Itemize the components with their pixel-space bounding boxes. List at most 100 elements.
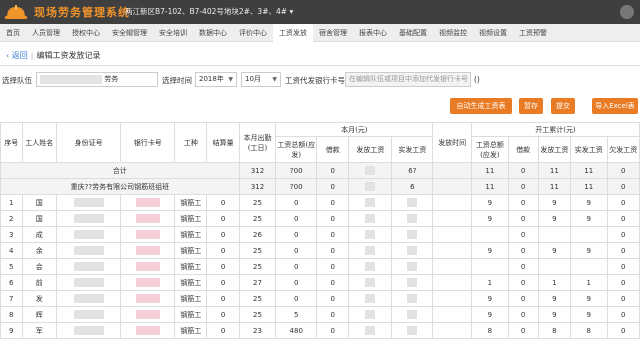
save-draft-button[interactable]: 暂存 — [519, 98, 543, 114]
nav-item[interactable]: 首页 — [0, 24, 26, 42]
nav-item[interactable]: 宿舍管理 — [313, 24, 353, 42]
nav-item[interactable]: 报表中心 — [353, 24, 393, 42]
table-row[interactable]: 4 余钢筋工 0 25 0 0 9 0 9 9 0 — [0, 242, 640, 259]
id-card-redacted — [55, 242, 122, 259]
piecework-cell: 0 — [206, 226, 240, 243]
piecework-cell: 0 — [206, 194, 240, 211]
cum-total-cell: 9 — [471, 242, 509, 259]
job-cell: 钢筋工 — [174, 194, 208, 211]
submit-button[interactable]: 提交 — [551, 98, 575, 114]
total-month-borrow: 0 — [316, 162, 350, 179]
group-paid-time — [432, 178, 473, 195]
nav-item[interactable]: 基础配置 — [393, 24, 433, 42]
table-row[interactable]: 1 国钢筋工 0 25 0 0 9 0 9 9 0 — [0, 194, 640, 211]
bank-card-redacted — [120, 242, 176, 259]
month-borrow-cell: 0 — [316, 306, 350, 323]
generate-salary-button[interactable]: 自动生成工资表 — [450, 98, 512, 114]
header-this-month: 本月(元) — [275, 122, 434, 137]
year-select[interactable]: 2018年 ▼ — [195, 72, 237, 87]
total-cum-paid: 11 — [537, 162, 571, 179]
table-row[interactable]: 7 发钢筋工 0 25 0 0 9 0 9 9 0 — [0, 290, 640, 307]
bank-card-redacted — [120, 226, 176, 243]
month-paid-redacted — [348, 258, 393, 275]
month-select[interactable]: 10月 ▼ — [241, 72, 281, 87]
job-cell: 钢筋工 — [174, 322, 208, 339]
redacted-value — [365, 198, 376, 207]
redacted-value — [73, 230, 104, 239]
table-row[interactable]: 8 辉钢筋工 0 25 5 0 9 0 9 9 0 — [0, 306, 640, 323]
month-paid-redacted — [348, 194, 393, 211]
cum-paid-cell: 9 — [537, 306, 571, 323]
worker-name: 辉 — [21, 306, 57, 323]
table-row[interactable]: 9 军钢筋工 0 23 480 0 8 0 8 8 0 — [0, 322, 640, 339]
month-total-cell: 0 — [275, 194, 318, 211]
cum-actual-cell — [569, 226, 608, 243]
cum-borrow-cell: 0 — [507, 194, 539, 211]
nav-item[interactable]: 数据中心 — [193, 24, 233, 42]
month-actual-redacted — [391, 226, 434, 243]
nav-item[interactable]: 授权中心 — [66, 24, 106, 42]
redacted-value — [407, 310, 418, 319]
row-index: 7 — [0, 290, 23, 307]
redacted-value — [135, 294, 160, 303]
nav-item[interactable]: 工资预警 — [513, 24, 553, 42]
total-cum-actual: 11 — [569, 162, 608, 179]
month-actual-redacted — [391, 306, 434, 323]
piecework-cell: 0 — [206, 290, 240, 307]
days-cell: 23 — [238, 322, 277, 339]
import-excel-button[interactable]: 导入Excel表 — [592, 98, 638, 114]
system-title: 现场劳务管理系统 — [34, 6, 130, 19]
piecework-cell: 0 — [206, 210, 240, 227]
id-card-redacted — [55, 258, 122, 275]
nav-item[interactable]: 评价中心 — [233, 24, 273, 42]
nav-item-salary[interactable]: 工资发放 — [273, 24, 313, 42]
nav-item[interactable]: 视频监控 — [433, 24, 473, 42]
nav-item[interactable]: 安全帽管理 — [106, 24, 153, 42]
days-cell: 25 — [238, 210, 277, 227]
redacted-value — [73, 246, 104, 255]
redacted-value — [365, 214, 376, 223]
bank-card-input[interactable]: 在编辑队伍或项目中添加代发银行卡号 — [345, 72, 471, 87]
month-total-cell: 5 — [275, 306, 318, 323]
nav-item[interactable]: 安全培训 — [153, 24, 193, 42]
table-row[interactable]: 3 成钢筋工 0 26 0 0 0 0 — [0, 226, 640, 243]
worker-name: 成 — [21, 226, 57, 243]
back-label: 返回 — [11, 51, 28, 60]
id-card-redacted — [55, 290, 122, 307]
bank-card-redacted — [120, 306, 176, 323]
row-index: 2 — [0, 210, 23, 227]
total-month-paid — [348, 162, 393, 179]
row-index: 4 — [0, 242, 23, 259]
month-paid-redacted — [348, 290, 393, 307]
redacted-value — [407, 214, 418, 223]
nav-item[interactable]: 人员管理 — [26, 24, 66, 42]
id-card-redacted — [55, 274, 122, 291]
team-select[interactable]: 劳务 — [36, 72, 158, 87]
back-link[interactable]: ‹ 返回 — [6, 51, 28, 60]
user-avatar[interactable] — [620, 5, 634, 19]
redacted-value — [407, 326, 418, 335]
table-row[interactable]: 6 前钢筋工 0 27 0 0 1 0 1 1 0 — [0, 274, 640, 291]
top-bar: 现场劳务管理系统 两江新区B7-102、B7-402号地块2#、3#、4# ▾ — [0, 0, 640, 24]
cum-paid-cell: 9 — [537, 210, 571, 227]
paid-time-cell — [432, 226, 473, 243]
redacted-value — [135, 262, 160, 271]
cum-owed-cell: 0 — [606, 226, 640, 243]
days-cell: 25 — [238, 306, 277, 323]
job-cell: 钢筋工 — [174, 290, 208, 307]
table-row[interactable]: 2 国钢筋工 0 25 0 0 9 0 9 9 0 — [0, 210, 640, 227]
project-selector[interactable]: 两江新区B7-102、B7-402号地块2#、3#、4# ▾ — [125, 6, 293, 17]
job-cell: 钢筋工 — [174, 226, 208, 243]
redacted-value — [135, 214, 160, 223]
group-cum-total: 11 — [471, 178, 509, 195]
cum-owed-cell: 0 — [606, 258, 640, 275]
worker-name: 会 — [21, 258, 57, 275]
table-row[interactable]: 5 会钢筋工 0 25 0 0 0 0 — [0, 258, 640, 275]
total-month-actual: 6? — [391, 162, 434, 179]
divider — [0, 65, 640, 66]
id-card-redacted — [55, 226, 122, 243]
piecework-cell: 0 — [206, 306, 240, 323]
nav-item[interactable]: 视频设置 — [473, 24, 513, 42]
cum-owed-cell: 0 — [606, 210, 640, 227]
piecework-cell: 0 — [206, 242, 240, 259]
